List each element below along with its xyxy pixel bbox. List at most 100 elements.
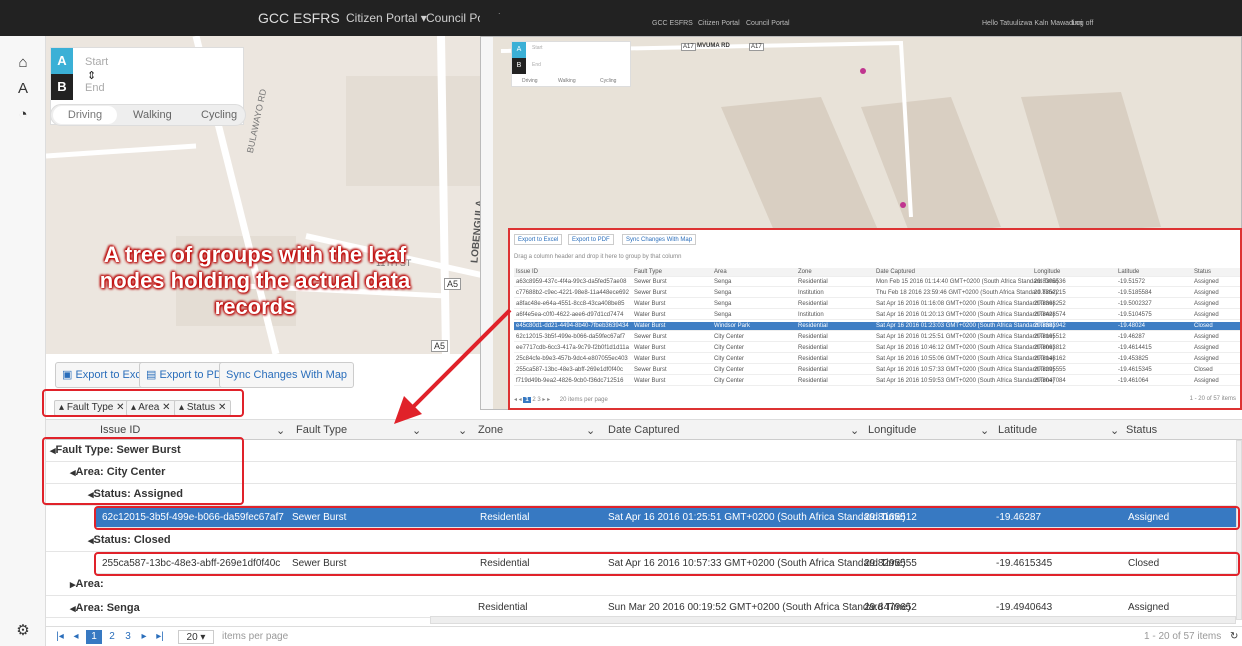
- inset-cell: f719d49b-9ea2-4826-9cb0-f36dc712516: [516, 378, 624, 384]
- route-b-marker: B: [51, 74, 73, 100]
- inset-cell: Senga: [714, 279, 732, 285]
- inset-route-end: End: [532, 62, 541, 68]
- page-2[interactable]: 2: [106, 630, 118, 644]
- horizontal-scrollbar[interactable]: [430, 616, 1236, 624]
- inset-sync: Sync Changes With Map: [622, 234, 697, 245]
- col-date[interactable]: Date Captured: [608, 424, 680, 436]
- inset-council: Council Portal: [746, 20, 790, 27]
- issue-id-menu-icon[interactable]: ⌄: [276, 424, 285, 437]
- inset-cell: Water Burst: [634, 312, 666, 318]
- col-latitude[interactable]: Latitude: [998, 424, 1037, 436]
- inset-cell: Sat Apr 16 2016 10:57:33 GMT+0200 (South…: [876, 367, 1055, 373]
- excel-icon: ▣: [62, 369, 73, 381]
- inset-cell: City Center: [714, 356, 745, 362]
- inset-cell: City Center: [714, 367, 745, 373]
- map-shield-a5-upper: A5: [444, 278, 462, 290]
- refresh-icon[interactable]: ↻: [1230, 630, 1238, 644]
- pie-chart-icon[interactable]: ◔: [14, 106, 32, 124]
- longitude-menu-icon[interactable]: ⌄: [980, 424, 989, 437]
- inset-cell: 29.8165512: [1034, 334, 1066, 340]
- settings-gear-icon[interactable]: ⚙: [14, 622, 32, 640]
- inset-cell: 29.8295555: [1034, 367, 1066, 373]
- inset-cell: -19.4614415: [1118, 345, 1152, 351]
- mode-walking[interactable]: Walking: [133, 109, 172, 121]
- inset-sync-label: Sync Changes With Map: [626, 237, 693, 243]
- inset-cell: 29.8383942: [1034, 323, 1066, 329]
- inset-cell: 29.8352215: [1034, 290, 1066, 296]
- col-longitude[interactable]: Longitude: [868, 424, 916, 436]
- prev-page-icon[interactable]: ◂: [70, 630, 82, 644]
- inset-col-id: Issue ID: [516, 269, 539, 275]
- nav-citizen-portal-label: Citizen Portal: [346, 11, 418, 25]
- zone-menu-icon[interactable]: ⌄: [586, 424, 595, 437]
- road-icon[interactable]: A: [14, 80, 32, 98]
- inset-cell: -19.48024: [1118, 323, 1146, 329]
- inset-header-row: Issue ID Fault Type Area Zone Date Captu…: [514, 268, 1240, 277]
- page-size-value: 20: [186, 632, 198, 643]
- col-fault-type[interactable]: Fault Type: [296, 424, 347, 436]
- vertical-scrollbar[interactable]: [1236, 440, 1242, 620]
- inset-shield-a17-right: A17: [749, 43, 764, 51]
- inset-table-row: f719d49b-9ea2-4826-9cb0-f36dc712516 Water…: [514, 377, 1240, 386]
- inset-cell: Closed: [1194, 323, 1213, 329]
- inset-cell: Institution: [798, 290, 824, 296]
- inset-cell: Residential: [798, 301, 828, 307]
- inset-cell: -19.453825: [1118, 356, 1149, 362]
- inset-mode-walking: Walking: [558, 78, 576, 84]
- mode-driving[interactable]: Driving: [53, 106, 117, 124]
- next-page-icon[interactable]: ▸: [138, 630, 150, 644]
- inset-cell: Water Burst: [634, 323, 666, 329]
- brand-link[interactable]: GCC ESFRS: [258, 10, 340, 26]
- route-end-input[interactable]: End: [85, 82, 105, 94]
- inset-cell: Sat Apr 16 2016 01:23:03 GMT+0200 (South…: [876, 323, 1055, 329]
- inset-table-row: c77688b2-c9ec-4221-98e8-11a448ece692 Sewe…: [514, 289, 1240, 298]
- inset-cell: a6f4e5ea-c0f0-4622-aee6-d97d1cd7474: [516, 312, 624, 318]
- inset-cell: Sat Apr 16 2016 10:55:06 GMT+0200 (South…: [876, 356, 1055, 362]
- inset-export-pdf: Export to PDF: [568, 234, 614, 245]
- home-icon[interactable]: ⌂: [14, 54, 32, 72]
- inset-col-area: Area: [714, 269, 727, 275]
- annotation-box-groups: [42, 437, 244, 505]
- pager: |◂ ◂ 1 2 3 ▸ ▸| 20 ▾ items per page 1 - …: [46, 626, 1242, 646]
- page-3[interactable]: 3: [122, 630, 134, 644]
- col-status[interactable]: Status: [1126, 424, 1157, 436]
- route-start-input[interactable]: Start: [85, 56, 108, 68]
- first-page-icon[interactable]: |◂: [54, 630, 66, 644]
- latitude-menu-icon[interactable]: ⌄: [1110, 424, 1119, 437]
- group-row-status-closed[interactable]: ◂ Status: Closed: [46, 530, 1236, 552]
- left-sidebar: ⌂ A ◔ ⚙: [0, 36, 46, 646]
- inset-table-row: 255ca587-13bc-48e3-abff-269e1df0f40c Sewe…: [514, 366, 1240, 375]
- group-row-area-blank[interactable]: ▸ Area:: [46, 574, 1236, 596]
- inset-citizen: Citizen Portal: [698, 20, 740, 27]
- sync-map-button[interactable]: Sync Changes With Map: [219, 362, 355, 388]
- date-menu-icon[interactable]: ⌄: [850, 424, 859, 437]
- col-issue-id[interactable]: Issue ID: [100, 424, 140, 436]
- inset-map-label-mvuma: MVUMA RD: [697, 43, 730, 49]
- page-size-select[interactable]: 20 ▾: [178, 630, 214, 644]
- inset-mode-driving: Driving: [522, 78, 538, 84]
- inset-table-row: a8fac48e-e64a-4551-8cc8-43ca408be85 Water…: [514, 300, 1240, 309]
- inset-cell: 29.8063812: [1034, 345, 1066, 351]
- inset-cell: Residential: [798, 334, 828, 340]
- inset-cell: c77688b2-c9ec-4221-98e8-11a448ece692: [516, 290, 629, 296]
- page-1[interactable]: 1: [86, 630, 102, 644]
- last-page-icon[interactable]: ▸|: [154, 630, 166, 644]
- inset-cell: Assigned: [1194, 301, 1219, 307]
- inset-table-row: 62c12015-3b5f-499e-b066-da59fec67af7 Sewe…: [514, 333, 1240, 342]
- swap-arrows-icon[interactable]: ⇕: [87, 69, 96, 82]
- cell-status: Assigned: [1128, 602, 1170, 613]
- inset-cell: -19.46287: [1118, 334, 1146, 340]
- annotation-arrow: [394, 308, 512, 424]
- inset-cell: Senga: [714, 301, 732, 307]
- inset-cell: Thu Feb 18 2016 23:59:46 GMT+0200 (South…: [876, 290, 1058, 296]
- inset-cell: Sat Apr 16 2016 01:25:51 GMT+0200 (South…: [876, 334, 1055, 340]
- inset-export-pdf-label: Export to PDF: [572, 237, 610, 243]
- inset-cell: 29.8148162: [1034, 356, 1066, 362]
- inset-cell: Institution: [798, 312, 824, 318]
- inset-navbar: GCC ESFRS Citizen Portal Council Portal …: [480, 14, 1242, 36]
- inset-cell: -19.5104575: [1118, 312, 1152, 318]
- inset-cell: City Center: [714, 378, 745, 384]
- group-row-area-senga[interactable]: ◂ Area: Senga Residential Sun Mar 20 201…: [46, 598, 1236, 618]
- mode-cycling[interactable]: Cycling: [201, 109, 237, 121]
- nav-citizen-portal[interactable]: Citizen Portal ▾: [346, 11, 427, 25]
